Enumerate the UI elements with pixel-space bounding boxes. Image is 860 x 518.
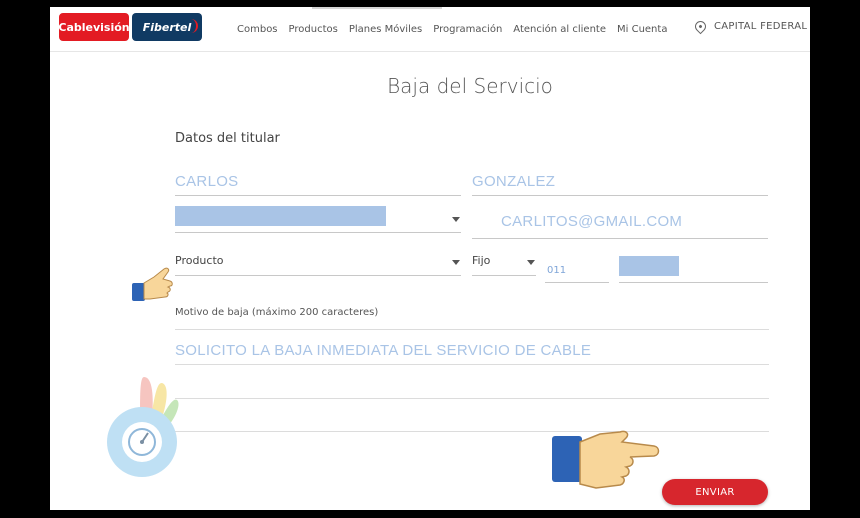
first-name-field[interactable]: CARLOS <box>175 165 461 196</box>
area-code-field[interactable]: 011 <box>545 255 609 283</box>
nav-item-planes-moviles[interactable]: Planes Móviles <box>349 24 422 35</box>
location-label: CAPITAL FEDERAL <box>714 21 808 32</box>
location-pin-icon <box>692 18 709 35</box>
last-name-value: GONZALEZ <box>472 173 556 190</box>
nav-item-programacion[interactable]: Programación <box>433 24 502 35</box>
page-title: Baja del Servicio <box>387 74 553 98</box>
location-selector[interactable]: CAPITAL FEDERAL <box>692 18 808 35</box>
motivo-top-rule <box>175 329 769 330</box>
product-label: Producto <box>175 254 224 267</box>
top-navigation-bar: Cablevisión Fibertel Combos Productos Pl… <box>50 7 810 52</box>
motivo-line-2 <box>175 398 769 399</box>
page: Cablevisión Fibertel Combos Productos Pl… <box>50 7 810 510</box>
motivo-label: Motivo de baja (máximo 200 caracteres) <box>175 307 379 318</box>
chevron-down-icon <box>527 260 535 265</box>
motivo-line-3 <box>175 431 769 432</box>
section-label: Datos del titular <box>175 131 280 146</box>
main-nav: Combos Productos Planes Móviles Programa… <box>237 7 667 51</box>
pointing-hand-icon <box>132 267 173 301</box>
nav-item-mi-cuenta[interactable]: Mi Cuenta <box>617 24 667 35</box>
fibertel-swoosh-icon <box>186 19 198 33</box>
motivo-textarea[interactable]: SOLICITO LA BAJA INMEDIATA DEL SERVICIO … <box>175 342 591 359</box>
first-name-value: CARLOS <box>175 173 239 190</box>
nav-item-productos[interactable]: Productos <box>289 24 338 35</box>
chevron-down-icon <box>452 260 460 265</box>
redacted-value <box>175 206 386 226</box>
phone-type-select[interactable]: Fijo <box>472 249 536 276</box>
nav-item-combos[interactable]: Combos <box>237 24 278 35</box>
phone-type-value: Fijo <box>472 254 491 267</box>
product-select[interactable]: Producto <box>175 249 461 276</box>
fibertel-logo-text: Fibertel <box>142 20 192 34</box>
area-code-value: 011 <box>547 265 567 276</box>
pointing-hand-icon <box>552 430 660 489</box>
cablevision-logo-text: Cablevisión <box>58 20 130 34</box>
redacted-phone-value <box>619 256 679 276</box>
email-field[interactable]: CARLITOS@GMAIL.COM <box>472 205 768 239</box>
motivo-line-1 <box>175 364 769 365</box>
nav-item-atencion-al-cliente[interactable]: Atención al cliente <box>513 24 606 35</box>
fibertel-logo[interactable]: Fibertel <box>132 13 202 41</box>
email-value: CARLITOS@GMAIL.COM <box>501 213 683 230</box>
last-name-field[interactable]: GONZALEZ <box>472 165 768 196</box>
chevron-down-icon <box>452 217 460 222</box>
submit-button[interactable]: ENVIAR <box>662 479 768 505</box>
phone-number-field[interactable] <box>619 255 768 283</box>
cablevision-logo[interactable]: Cablevisión <box>58 13 130 41</box>
document-type-select[interactable] <box>175 205 461 233</box>
speed-gauge-icon <box>107 377 179 477</box>
